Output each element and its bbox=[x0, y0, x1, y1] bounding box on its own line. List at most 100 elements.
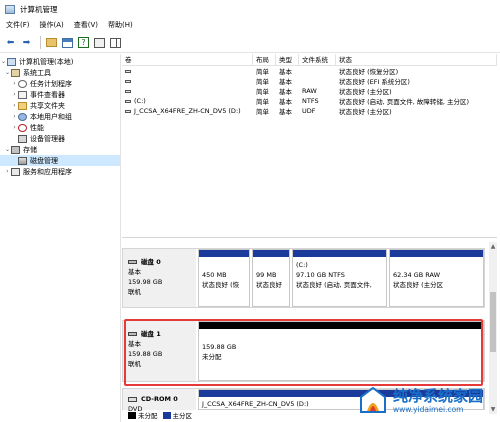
storage-icon bbox=[11, 145, 20, 154]
partition-block[interactable]: (C:) 97.10 GB NTFS 状态良好 (启动, 页面文件, bbox=[292, 249, 387, 307]
volume-status: 状态良好 (启动, 页面文件, 故障转储, 主分区) bbox=[339, 98, 470, 106]
volume-layout: 简单 bbox=[256, 78, 269, 86]
table-row[interactable]: 简单 基本 状态良好 (EFI 系统分区) bbox=[122, 76, 497, 86]
tree-item-device-manager[interactable]: 设备管理器 bbox=[0, 133, 120, 144]
expand-arrow-icon[interactable]: › bbox=[4, 168, 11, 175]
scroll-up-icon[interactable]: ▲ bbox=[489, 242, 497, 251]
table-row[interactable]: (C:) 简单 基本 NTFS 状态良好 (启动, 页面文件, 故障转储, 主分… bbox=[122, 96, 497, 106]
partition-size: 450 MB bbox=[202, 271, 227, 279]
watermark-text: 纯净系统家园 bbox=[393, 386, 484, 405]
menu-help[interactable]: 帮助(H) bbox=[108, 20, 133, 30]
tree-item-services-apps[interactable]: › 服务和应用程序 bbox=[0, 166, 120, 177]
partition-status: 状态良好 bbox=[256, 281, 282, 289]
action-pane-icon[interactable] bbox=[109, 36, 122, 49]
volume-layout: 简单 bbox=[256, 98, 269, 106]
tree-item-local-users[interactable]: › 本地用户和组 bbox=[0, 111, 120, 122]
partition-status: 状态良好 (启动, 页面文件, bbox=[296, 281, 372, 289]
partition-title bbox=[393, 260, 483, 270]
volume-filesystem: NTFS bbox=[302, 97, 319, 105]
tree-item-label: 本地用户和组 bbox=[30, 112, 72, 121]
computer-management-icon bbox=[5, 4, 15, 14]
column-header-status[interactable]: 状态 bbox=[336, 54, 497, 65]
up-folder-icon[interactable] bbox=[45, 36, 58, 49]
partition-title: (C:) bbox=[296, 261, 308, 269]
volume-status: 状态良好 (恢复分区) bbox=[339, 68, 399, 76]
device-manager-icon bbox=[18, 134, 27, 143]
collapse-arrow-icon[interactable]: ⌄ bbox=[4, 146, 11, 153]
menu-action[interactable]: 操作(A) bbox=[40, 20, 64, 30]
tree-item-label: 磁盘管理 bbox=[30, 156, 58, 165]
volume-type: 基本 bbox=[279, 88, 292, 96]
volume-layout: 简单 bbox=[256, 88, 269, 96]
tree-item-task-scheduler[interactable]: › 任务计划程序 bbox=[0, 78, 120, 89]
tree-item-label: 事件查看器 bbox=[30, 90, 65, 99]
column-header-type[interactable]: 类型 bbox=[276, 54, 299, 65]
tree-item-event-viewer[interactable]: › 事件查看器 bbox=[0, 89, 120, 100]
users-icon bbox=[18, 112, 27, 121]
menu-file[interactable]: 文件(F) bbox=[6, 20, 30, 30]
tree-item-label: 存储 bbox=[23, 145, 37, 154]
collapse-arrow-icon[interactable]: ⌄ bbox=[0, 58, 7, 65]
cd-rom-icon bbox=[128, 396, 137, 402]
tree-item-label: 性能 bbox=[30, 123, 44, 132]
column-header-layout[interactable]: 布局 bbox=[253, 54, 276, 65]
help-icon[interactable]: ? bbox=[77, 36, 90, 49]
volume-filesystem: RAW bbox=[302, 87, 317, 95]
expand-arrow-icon[interactable]: › bbox=[11, 124, 18, 131]
tree-item-performance[interactable]: › 性能 bbox=[0, 122, 120, 133]
volume-status: 状态良好 (EFI 系统分区) bbox=[339, 78, 410, 86]
tree-item-disk-management[interactable]: 磁盘管理 bbox=[0, 155, 120, 166]
partition-size: 99 MB bbox=[256, 271, 277, 279]
tree-root[interactable]: ⌄ 计算机管理(本地) bbox=[0, 56, 120, 67]
navigation-tree: ⌄ 计算机管理(本地) ⌄ 系统工具 › 任务计划程序 › 事件查看器 › 共享… bbox=[0, 54, 121, 422]
legend-label: 未分配 bbox=[138, 412, 158, 420]
scroll-thumb[interactable] bbox=[490, 292, 496, 352]
partition-block[interactable]: 62.34 GB RAW 状态良好 (主分区 bbox=[389, 249, 484, 307]
legend-swatch bbox=[162, 411, 171, 419]
back-arrow-icon[interactable]: ⬅ bbox=[4, 36, 17, 49]
disk-name: 磁盘 0 bbox=[141, 258, 161, 266]
forward-arrow-icon[interactable]: ➡ bbox=[20, 36, 33, 49]
tree-root-label: 计算机管理(本地) bbox=[19, 57, 74, 66]
console-tree-icon[interactable] bbox=[61, 36, 74, 49]
properties-icon[interactable] bbox=[93, 36, 106, 49]
tree-item-system-tools[interactable]: ⌄ 系统工具 bbox=[0, 67, 120, 78]
expand-arrow-icon[interactable]: › bbox=[11, 102, 18, 109]
menu-view[interactable]: 查看(V) bbox=[74, 20, 98, 30]
table-row[interactable]: 简单 基本 RAW 状态良好 (主分区) bbox=[122, 86, 497, 96]
volume-list: 卷 布局 类型 文件系统 状态 简单 基本 状态良好 (恢复分区) 简单 基本 … bbox=[122, 54, 497, 238]
legend-label: 主分区 bbox=[172, 412, 193, 420]
disk-label[interactable]: 磁盘 0 基本 159.98 GB 联机 bbox=[123, 249, 196, 307]
menu-bar: 文件(F) 操作(A) 查看(V) 帮助(H) bbox=[0, 18, 500, 32]
disk-size: 159.98 GB bbox=[128, 278, 163, 286]
partition-block[interactable]: 450 MB 状态良好 (恢 bbox=[198, 249, 250, 307]
volume-list-header: 卷 布局 类型 文件系统 状态 bbox=[122, 54, 497, 66]
legend-item-unallocated: 未分配 bbox=[128, 410, 158, 420]
column-header-volume[interactable]: 卷 bbox=[122, 54, 253, 65]
tree-item-label: 共享文件夹 bbox=[30, 101, 65, 110]
expand-arrow-icon[interactable]: › bbox=[11, 91, 18, 98]
window-title: 计算机管理 bbox=[20, 4, 58, 14]
volume-icon bbox=[125, 79, 131, 83]
clock-icon bbox=[18, 79, 27, 88]
volume-filesystem: UDF bbox=[302, 107, 316, 115]
partition-block[interactable]: 99 MB 状态良好 bbox=[252, 249, 290, 307]
volume-type: 基本 bbox=[279, 68, 292, 76]
collapse-arrow-icon[interactable]: ⌄ bbox=[4, 69, 11, 76]
table-row[interactable]: 简单 基本 状态良好 (恢复分区) bbox=[122, 66, 497, 76]
watermark-url: www.yidaimei.com bbox=[393, 404, 464, 414]
tree-item-shared-folders[interactable]: › 共享文件夹 bbox=[0, 100, 120, 111]
column-header-filesystem[interactable]: 文件系统 bbox=[299, 54, 336, 65]
computer-icon bbox=[7, 57, 16, 66]
disk-label[interactable]: CD-ROM 0 DVD bbox=[123, 389, 196, 413]
disk-0-row[interactable]: 磁盘 0 基本 159.98 GB 联机 450 MB 状态良好 (恢 99 M… bbox=[122, 248, 485, 308]
expand-arrow-icon[interactable]: › bbox=[11, 80, 18, 87]
services-icon bbox=[11, 167, 20, 176]
hard-disk-icon bbox=[128, 260, 137, 264]
tree-item-storage[interactable]: ⌄ 存储 bbox=[0, 144, 120, 155]
disk-status: 联机 bbox=[128, 288, 141, 296]
disk-name: CD-ROM 0 bbox=[141, 395, 178, 403]
table-row[interactable]: J_CCSA_X64FRE_ZH-CN_DV5 (D:) 简单 基本 UDF 状… bbox=[122, 106, 497, 116]
expand-arrow-icon[interactable]: › bbox=[11, 113, 18, 120]
legend-swatch bbox=[128, 411, 136, 419]
